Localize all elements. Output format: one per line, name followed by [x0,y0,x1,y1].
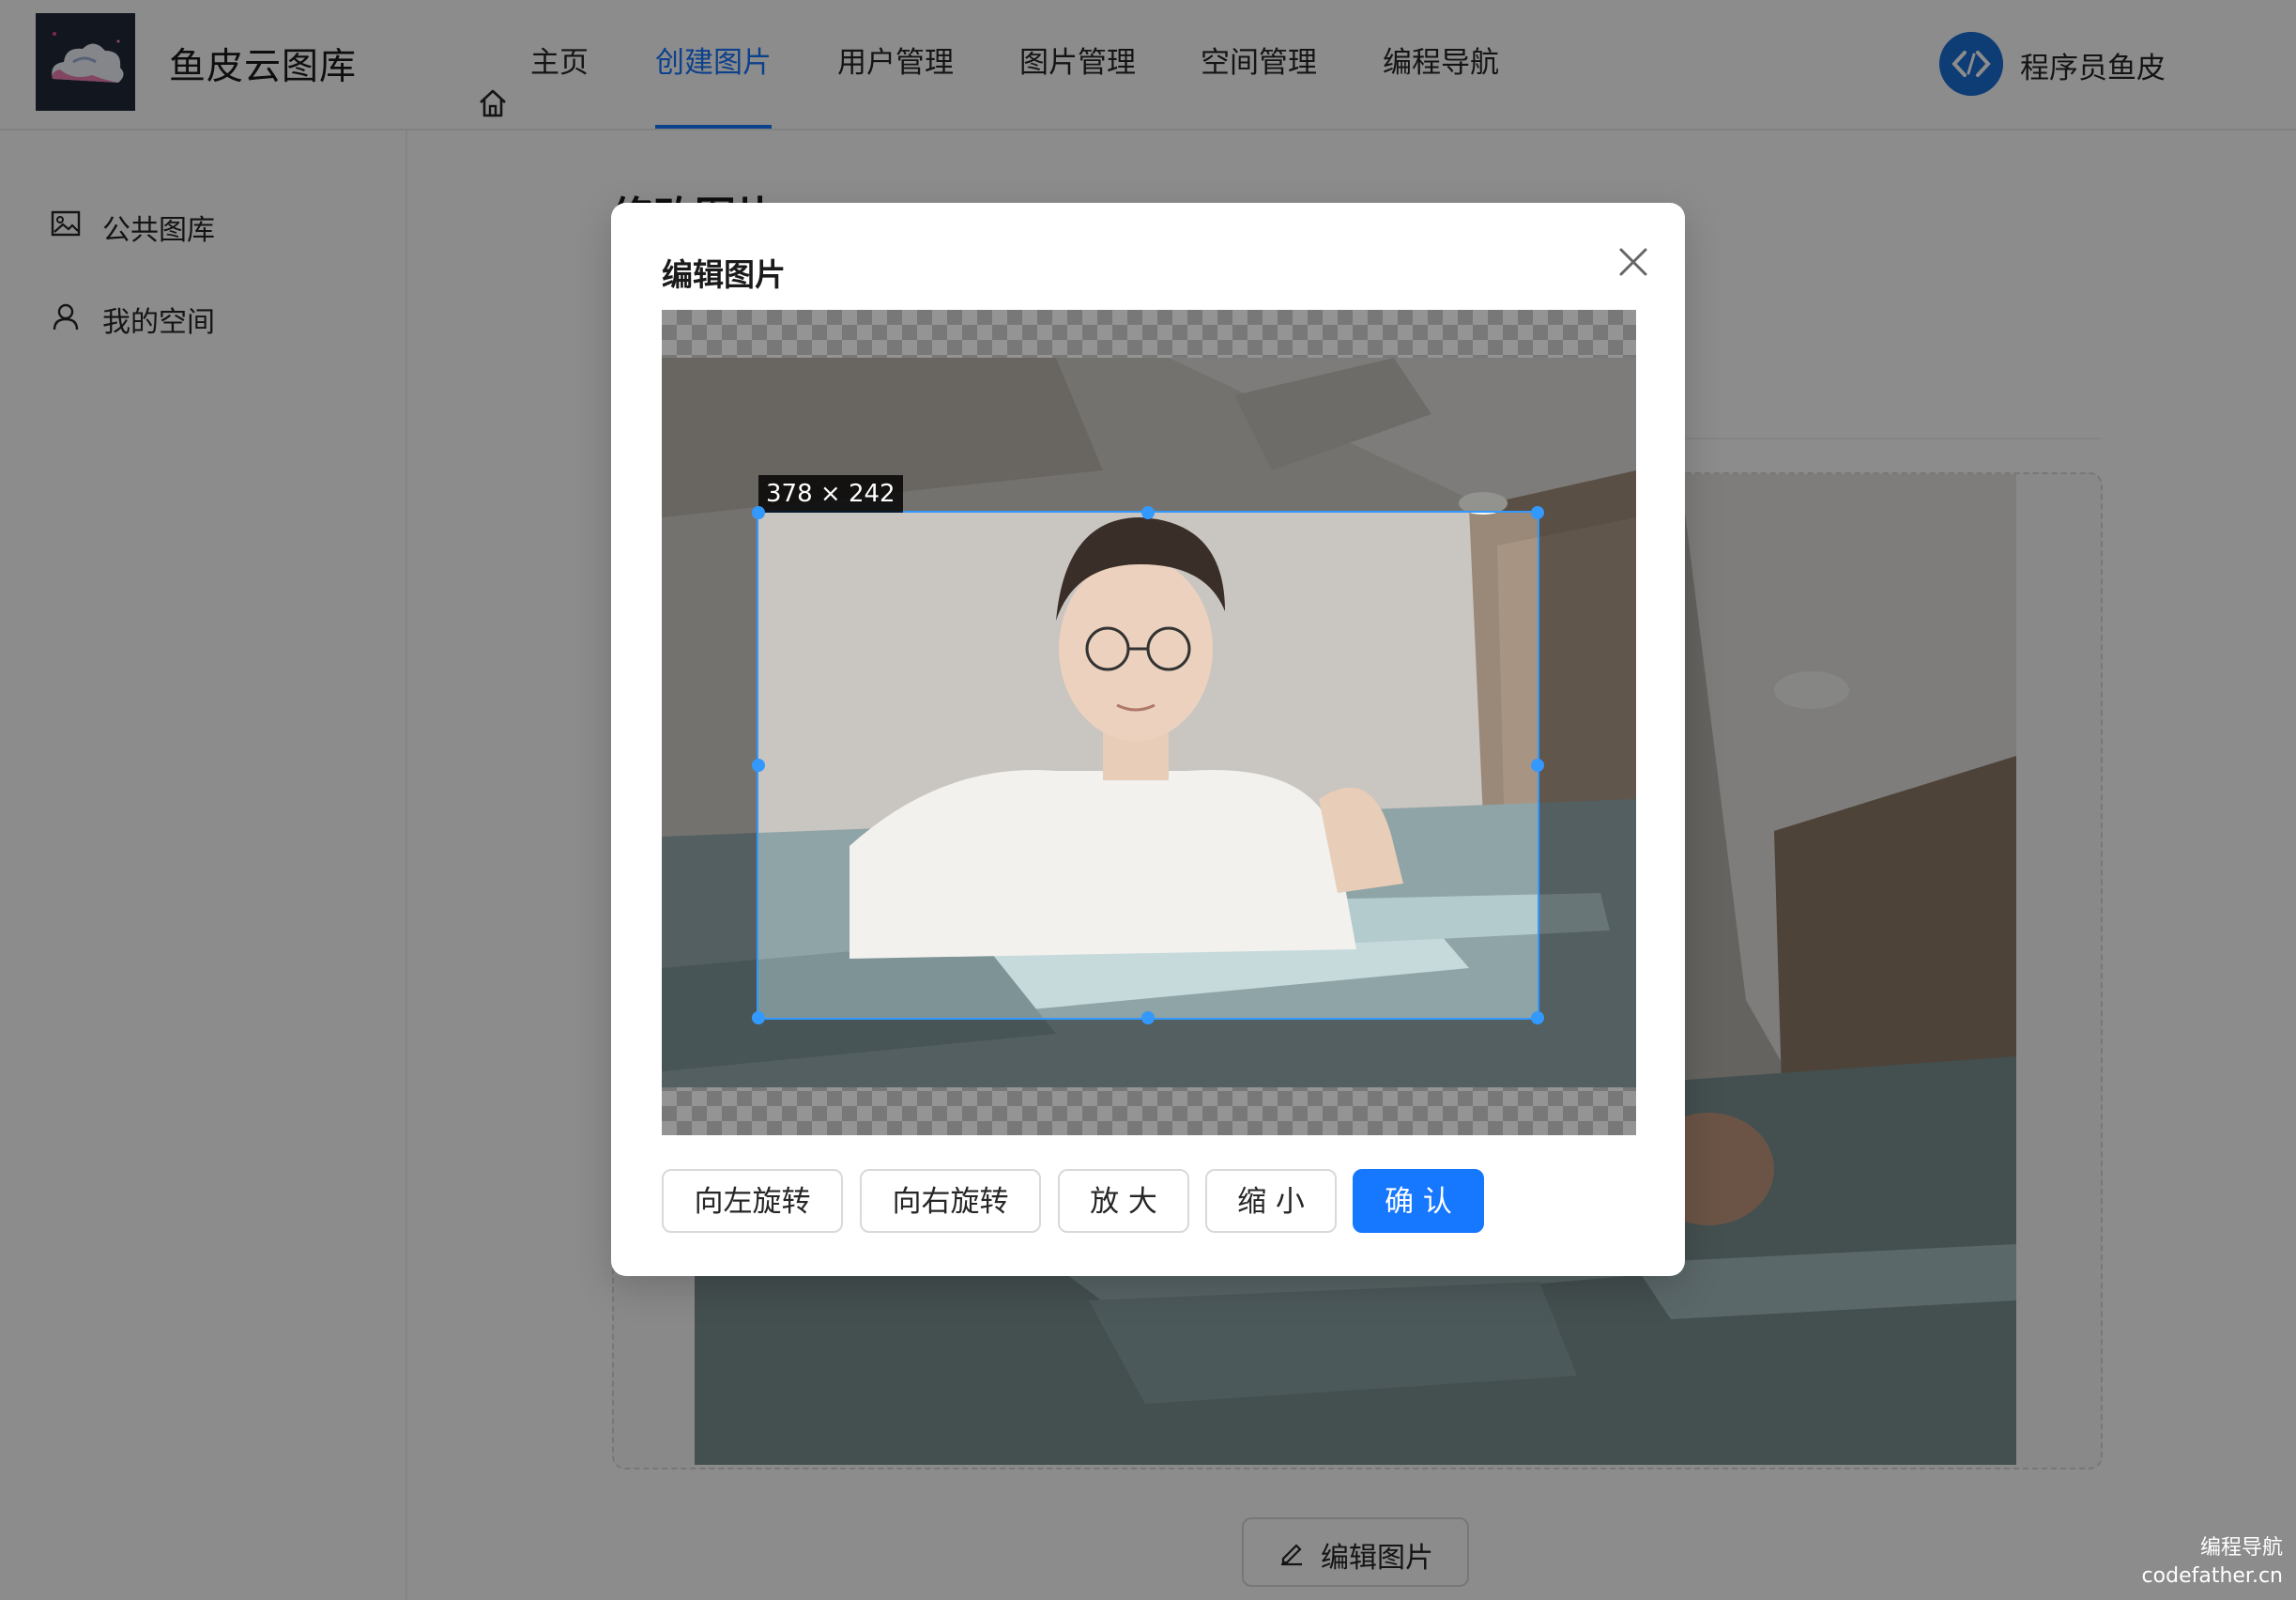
confirm-button[interactable]: 确 认 [1353,1169,1484,1233]
close-button[interactable] [1612,240,1655,284]
crop-handle-ne[interactable] [1531,506,1544,519]
crop-handle-nw[interactable] [752,506,765,519]
rotate-left-button[interactable]: 向左旋转 [662,1169,843,1233]
crop-handle-s[interactable] [1141,1011,1155,1024]
image-cropper[interactable]: 378 × 242 [662,310,1636,1135]
crop-handle-e[interactable] [1531,759,1544,772]
crop-handle-se[interactable] [1531,1011,1544,1024]
watermark-line-2: codefather.cn [2141,1564,2283,1588]
close-icon [1619,248,1647,276]
zoom-in-button[interactable]: 放 大 [1058,1169,1189,1233]
watermark-line-1: 编程导航 [2199,1536,2283,1560]
rotate-right-button[interactable]: 向右旋转 [860,1169,1041,1233]
crop-handle-sw[interactable] [752,1011,765,1024]
edit-picture-modal: 编辑图片 378 × 242 向左旋转 向右旋转 放 大 缩 小 确 认 [611,203,1685,1276]
watermark: 编程导航 codefather.cn [2142,1534,2283,1591]
crop-size-label: 378 × 242 [758,475,903,513]
modal-title: 编辑图片 [662,256,786,293]
crop-handle-n[interactable] [1141,506,1155,519]
zoom-out-button[interactable]: 缩 小 [1205,1169,1337,1233]
crop-selection[interactable] [757,511,1539,1020]
crop-handle-w[interactable] [752,759,765,772]
crop-selection-image [758,513,1538,1018]
